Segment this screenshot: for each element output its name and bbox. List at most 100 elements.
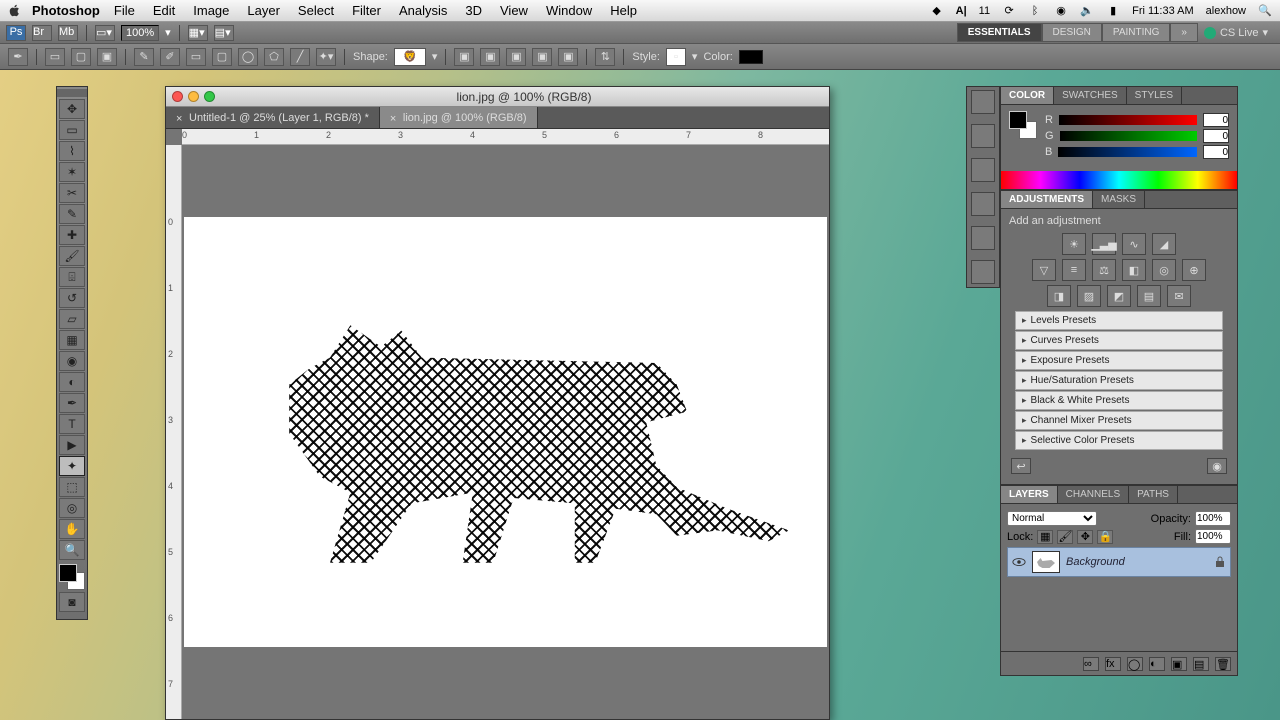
- preset-levels[interactable]: Levels Presets: [1015, 311, 1223, 330]
- window-titlebar[interactable]: lion.jpg @ 100% (RGB/8): [166, 87, 829, 107]
- zoom-dropdown-icon[interactable]: ▾: [165, 26, 171, 39]
- preset-selectivecolor[interactable]: Selective Color Presets: [1015, 431, 1223, 450]
- pen-button[interactable]: ✎: [134, 48, 154, 66]
- type-tool[interactable]: T: [59, 414, 85, 434]
- ruler-vertical[interactable]: 0 1 2 3 4 5 6 7: [166, 145, 182, 719]
- r-slider[interactable]: [1059, 115, 1197, 125]
- minibridge-panel-icon[interactable]: [971, 90, 995, 114]
- new-layer-button[interactable]: ▤: [1193, 657, 1209, 671]
- rounded-rect-button[interactable]: ▢: [212, 48, 232, 66]
- freeform-pen-button[interactable]: ✐: [160, 48, 180, 66]
- combine-intersect-button[interactable]: ▣: [532, 48, 552, 66]
- menu-view[interactable]: View: [500, 3, 528, 18]
- gradient-tool[interactable]: ▦: [59, 330, 85, 350]
- path-select-tool[interactable]: ▶: [59, 435, 85, 455]
- b-slider[interactable]: [1058, 147, 1197, 157]
- invert-icon[interactable]: ◨: [1047, 285, 1071, 307]
- adjustment-layer-button[interactable]: ◐: [1149, 657, 1165, 671]
- clock[interactable]: Fri 11:33 AM: [1132, 5, 1194, 17]
- b-input[interactable]: [1203, 145, 1229, 159]
- link-layers-button[interactable]: ∞: [1083, 657, 1099, 671]
- custom-shape-tool[interactable]: ✦: [59, 456, 85, 476]
- ellipse-button[interactable]: ◯: [238, 48, 258, 66]
- combine-new-button[interactable]: ▣: [454, 48, 474, 66]
- adobe-updater-icon[interactable]: ◆: [930, 4, 944, 18]
- hand-tool[interactable]: ✋: [59, 519, 85, 539]
- wifi-icon[interactable]: ◉: [1054, 4, 1068, 18]
- minimize-window-button[interactable]: [188, 91, 199, 102]
- stamp-tool[interactable]: ⌹: [59, 267, 85, 287]
- bw-icon[interactable]: ◧: [1122, 259, 1146, 281]
- g-slider[interactable]: [1060, 131, 1197, 141]
- photo-filter-icon[interactable]: ◎: [1152, 259, 1176, 281]
- healing-tool[interactable]: ✚: [59, 225, 85, 245]
- group-button[interactable]: ▣: [1171, 657, 1187, 671]
- preset-huesat[interactable]: Hue/Saturation Presets: [1015, 371, 1223, 390]
- fg-bg-colors[interactable]: [59, 564, 85, 590]
- brightness-contrast-icon[interactable]: ☀: [1062, 233, 1086, 255]
- bluetooth-icon[interactable]: ᛒ: [1028, 4, 1042, 18]
- 3d-camera-tool[interactable]: ◎: [59, 498, 85, 518]
- extras-button[interactable]: ▤▾: [214, 25, 234, 41]
- tab-paths[interactable]: PATHS: [1129, 486, 1178, 503]
- gradient-map-icon[interactable]: ▤: [1137, 285, 1161, 307]
- brush-tool[interactable]: 🖌: [59, 246, 85, 266]
- ruler-horizontal[interactable]: 0 1 2 3 4 5 6 7 8: [182, 129, 829, 145]
- ps-logo-icon[interactable]: Ps: [6, 25, 26, 41]
- layer-fx-button[interactable]: fx: [1105, 657, 1121, 671]
- menu-edit[interactable]: Edit: [153, 3, 175, 18]
- workspace-essentials[interactable]: ESSENTIALS: [957, 23, 1042, 42]
- adj-return-icon[interactable]: ↩: [1011, 458, 1031, 474]
- line-button[interactable]: ╱: [290, 48, 310, 66]
- current-tool-icon[interactable]: ✒: [8, 48, 28, 66]
- canvas[interactable]: [184, 217, 827, 647]
- posterize-icon[interactable]: ▨: [1077, 285, 1101, 307]
- battery-icon[interactable]: ▮: [1106, 4, 1120, 18]
- fill-input[interactable]: [1195, 529, 1231, 544]
- close-tab-icon[interactable]: ×: [390, 113, 399, 122]
- workspace-painting[interactable]: PAINTING: [1102, 23, 1170, 42]
- 3d-tool[interactable]: ⬚: [59, 477, 85, 497]
- layer-row-background[interactable]: Background: [1007, 547, 1231, 577]
- mode-path-button[interactable]: ▢: [71, 48, 91, 66]
- tab-swatches[interactable]: SWATCHES: [1054, 87, 1127, 104]
- lock-transparency-button[interactable]: ▦: [1037, 530, 1053, 544]
- tab-styles[interactable]: STYLES: [1127, 87, 1182, 104]
- lock-all-button[interactable]: 🔒: [1097, 530, 1113, 544]
- curves-icon[interactable]: ∿: [1122, 233, 1146, 255]
- preset-curves[interactable]: Curves Presets: [1015, 331, 1223, 350]
- menu-help[interactable]: Help: [610, 3, 637, 18]
- color-spectrum[interactable]: [1001, 171, 1237, 189]
- arrange-button[interactable]: ▦▾: [188, 25, 208, 41]
- preset-bw[interactable]: Black & White Presets: [1015, 391, 1223, 410]
- channel-mixer-icon[interactable]: ⊕: [1182, 259, 1206, 281]
- hue-sat-icon[interactable]: ≡: [1062, 259, 1086, 281]
- workspace-design[interactable]: DESIGN: [1042, 23, 1102, 42]
- eraser-tool[interactable]: ▱: [59, 309, 85, 329]
- dodge-tool[interactable]: ◐: [59, 372, 85, 392]
- align-button[interactable]: ⇅: [595, 48, 615, 66]
- tab-color[interactable]: COLOR: [1001, 87, 1054, 104]
- selective-color-icon[interactable]: ✉: [1167, 285, 1191, 307]
- paragraph-panel-icon[interactable]: [971, 260, 995, 284]
- lasso-tool[interactable]: ⌇: [59, 141, 85, 161]
- preset-channelmixer[interactable]: Channel Mixer Presets: [1015, 411, 1223, 430]
- style-dropdown-icon[interactable]: ▾: [692, 50, 698, 63]
- levels-icon[interactable]: ▁▃▅: [1092, 233, 1116, 255]
- close-tab-icon[interactable]: ×: [176, 113, 185, 122]
- doc-tab-lion[interactable]: ×lion.jpg @ 100% (RGB/8): [380, 107, 538, 128]
- menu-analysis[interactable]: Analysis: [399, 3, 447, 18]
- tab-channels[interactable]: CHANNELS: [1058, 486, 1129, 503]
- g-input[interactable]: [1203, 129, 1229, 143]
- brush-panel-icon[interactable]: [971, 226, 995, 250]
- canvas-area[interactable]: [182, 145, 829, 719]
- mode-fill-button[interactable]: ▣: [97, 48, 117, 66]
- combine-exclude-button[interactable]: ▣: [558, 48, 578, 66]
- bridge-button[interactable]: Br: [32, 25, 52, 41]
- marquee-tool[interactable]: ▭: [59, 120, 85, 140]
- fill-color-swatch[interactable]: [739, 50, 763, 64]
- spotlight-icon[interactable]: 🔍: [1258, 4, 1272, 18]
- quick-mask-button[interactable]: ◙: [59, 592, 85, 612]
- history-brush-tool[interactable]: ↺: [59, 288, 85, 308]
- rect-shape-button[interactable]: ▭: [186, 48, 206, 66]
